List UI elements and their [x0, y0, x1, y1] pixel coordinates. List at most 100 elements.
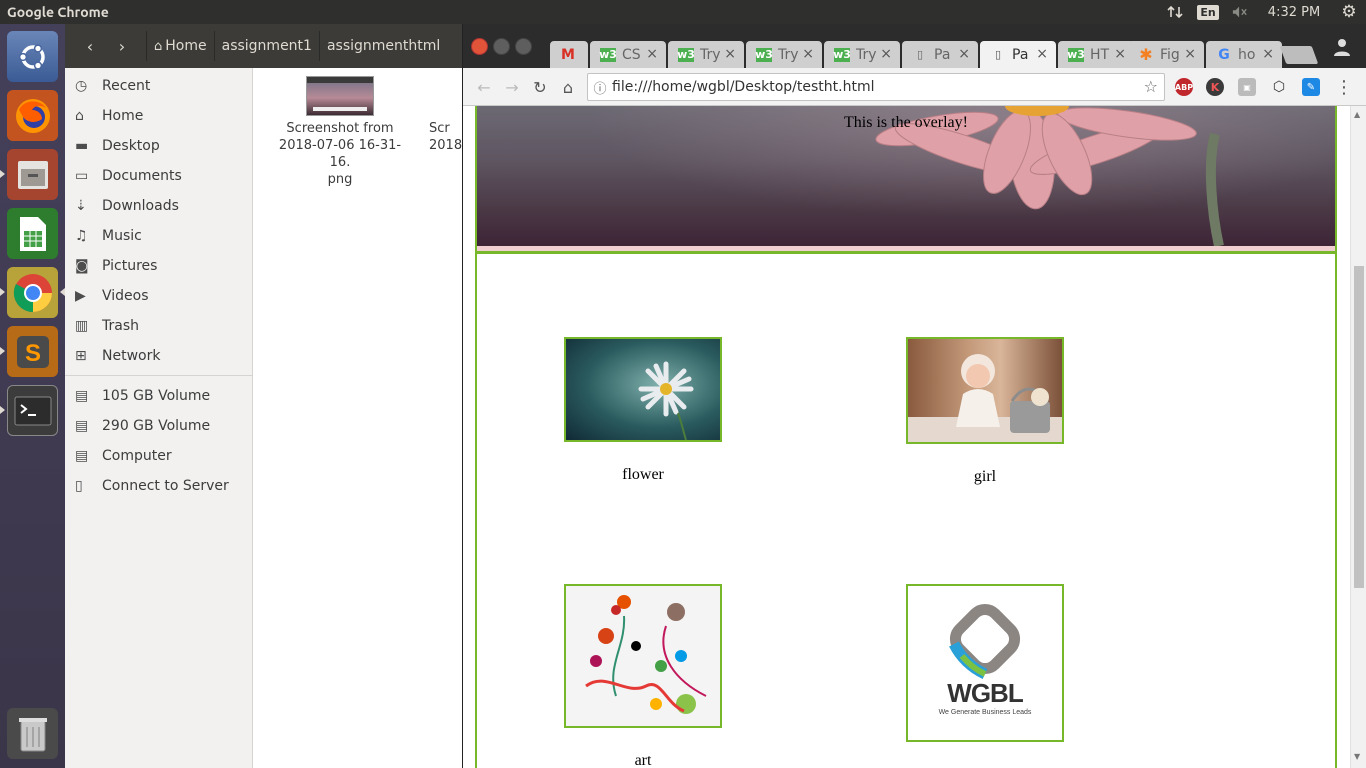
close-tab-icon[interactable]: ×: [958, 46, 970, 62]
bookmark-star-icon[interactable]: ☆: [1144, 77, 1158, 96]
scroll-up-icon[interactable]: ▲: [1354, 110, 1360, 119]
tab-page-1[interactable]: ▯ Pa ×: [902, 41, 978, 68]
trash-icon[interactable]: [7, 708, 58, 759]
close-tab-icon[interactable]: ×: [1184, 46, 1196, 62]
firefox-icon[interactable]: [7, 90, 58, 141]
minimize-window-icon[interactable]: [493, 38, 510, 55]
chrome-window: M w3 CS × w3 Try × w3 Try × w3 Try × ▯ P…: [462, 24, 1366, 768]
tab-gmail[interactable]: M: [550, 41, 588, 68]
tab-w3-try-2[interactable]: w3 Try ×: [746, 41, 822, 68]
ubuntu-dash-icon[interactable]: [7, 31, 58, 82]
close-tab-icon[interactable]: ×: [724, 46, 736, 62]
svg-text:S: S: [24, 340, 40, 367]
close-tab-icon[interactable]: ×: [880, 46, 892, 62]
clock[interactable]: 4:32 PM: [1256, 0, 1332, 24]
sidebar-item-videos[interactable]: ▶ Videos: [65, 281, 252, 311]
file-name-line: Screenshot from: [286, 121, 394, 136]
drive-icon: ▤: [75, 418, 89, 434]
forward-button[interactable]: ›: [106, 31, 138, 61]
sidebar-item-downloads[interactable]: ⇣ Downloads: [65, 191, 252, 221]
sidebar-item-home[interactable]: ⌂ Home: [65, 101, 252, 131]
scrollbar-thumb[interactable]: [1354, 266, 1364, 588]
sublime-text-icon[interactable]: S: [7, 326, 58, 377]
tab-w3-css[interactable]: w3 CS ×: [590, 41, 666, 68]
keyboard-language-indicator[interactable]: En: [1192, 0, 1224, 24]
file-manager-window: ‹ › ⌂ Home assignment1 assignmenthtml ◷ R…: [65, 24, 462, 768]
server-icon: ▯: [75, 478, 83, 494]
chrome-icon[interactable]: [7, 267, 58, 318]
asterisk-icon: ✱: [1139, 45, 1153, 64]
terminal-icon[interactable]: [7, 385, 58, 436]
maximize-window-icon[interactable]: [515, 38, 532, 55]
new-tab-button[interactable]: [1279, 46, 1319, 64]
trash-icon: ▥: [75, 318, 89, 334]
flower-image[interactable]: [564, 337, 722, 442]
breadcrumb-assignment1[interactable]: assignment1: [213, 31, 319, 61]
sidebar-item-network[interactable]: ⊞ Network: [65, 341, 252, 371]
art-caption: art: [634, 752, 652, 768]
breadcrumb-home[interactable]: ⌂ Home: [146, 31, 214, 61]
close-tab-icon[interactable]: ×: [1262, 46, 1274, 62]
girl-caption: girl: [973, 468, 997, 485]
sidebar-item-documents[interactable]: ▭ Documents: [65, 161, 252, 191]
close-tab-icon[interactable]: ×: [802, 46, 814, 62]
settings-gear-icon[interactable]: ⚙: [1332, 0, 1366, 24]
w3schools-icon: w3: [833, 47, 851, 62]
info-icon[interactable]: ⓘ: [588, 78, 612, 97]
close-tab-icon[interactable]: ×: [646, 46, 658, 62]
places-sidebar: ◷ Recent ⌂ Home ▬ Desktop ▭ Documents ⇣ Downl…: [65, 68, 253, 768]
cube-icon[interactable]: ⬡: [1270, 78, 1288, 96]
tab-w3-try-3[interactable]: w3 Try ×: [824, 41, 900, 68]
close-window-icon[interactable]: [471, 38, 488, 55]
close-tab-icon[interactable]: ×: [1114, 46, 1126, 62]
sidebar-item-label: Videos: [102, 288, 149, 304]
forward-arrow-icon[interactable]: →: [501, 76, 523, 98]
address-bar[interactable]: ⓘ file:///home/wgbl/Desktop/testht.html …: [587, 73, 1165, 101]
folder-icon: ▬: [75, 138, 89, 154]
sidebar-item-volume-105[interactable]: ▤ 105 GB Volume: [65, 381, 252, 411]
volume-muted-icon[interactable]: [1224, 0, 1256, 24]
tab-fig[interactable]: ✱ Fig ×: [1128, 41, 1204, 68]
scroll-down-icon[interactable]: ▼: [1354, 752, 1360, 761]
clock-icon: ◷: [75, 78, 88, 94]
home-icon[interactable]: ⌂: [557, 76, 579, 98]
sidebar-item-volume-290[interactable]: ▤ 290 GB Volume: [65, 411, 252, 441]
files-icon[interactable]: [7, 149, 58, 200]
sidebar-item-desktop[interactable]: ▬ Desktop: [65, 131, 252, 161]
sidebar-item-music[interactable]: ♫ Music: [65, 221, 252, 251]
page-scrollbar[interactable]: ▲ ▼: [1350, 106, 1366, 768]
sidebar-item-pictures[interactable]: ◙ Pictures: [65, 251, 252, 281]
back-button[interactable]: ‹: [74, 31, 106, 61]
tab-page-active[interactable]: ▯ Pa ×: [980, 41, 1056, 68]
file-item[interactable]: Screenshot from 2018-07-06 16-31-16. png: [270, 76, 410, 188]
sidebar-item-connect-server[interactable]: ▯ Connect to Server: [65, 471, 252, 501]
tab-w3-try-1[interactable]: w3 Try ×: [668, 41, 744, 68]
profile-icon[interactable]: [1329, 38, 1355, 62]
menu-dots-icon[interactable]: ⋮: [1333, 76, 1355, 98]
reload-icon[interactable]: ↻: [529, 76, 551, 98]
language-label: En: [1197, 4, 1219, 20]
note-icon[interactable]: ✎: [1302, 78, 1320, 96]
close-tab-icon[interactable]: ×: [1036, 46, 1048, 62]
tab-google[interactable]: G ho ×: [1206, 41, 1282, 68]
sidebar-item-recent[interactable]: ◷ Recent: [65, 71, 252, 101]
tab-w3-html[interactable]: w3 HT ×: [1058, 41, 1134, 68]
girl-image[interactable]: [906, 337, 1064, 444]
overlay-text: This is the overlay!: [844, 114, 968, 131]
sidebar-item-label: Recent: [102, 78, 151, 94]
ext-icon[interactable]: ▣: [1238, 78, 1256, 96]
file-item[interactable]: Scr 2018: [393, 76, 462, 154]
hero-image: This is the overlay!: [477, 106, 1335, 246]
sidebar-item-trash[interactable]: ▥ Trash: [65, 311, 252, 341]
art-image[interactable]: [564, 584, 722, 728]
back-arrow-icon[interactable]: ←: [473, 76, 495, 98]
k-icon[interactable]: K: [1206, 78, 1224, 96]
page-icon: ▯: [916, 48, 924, 61]
wgbl-logo-image[interactable]: WGBL We Generate Business Leads: [906, 584, 1064, 742]
calc-spreadsheet-icon[interactable]: [7, 208, 58, 259]
file-name-line: 2018-07-06 16-31-16.: [278, 138, 402, 170]
sidebar-item-computer[interactable]: ▤ Computer: [65, 441, 252, 471]
network-transfer-icon[interactable]: [1158, 0, 1192, 24]
abp-icon[interactable]: ABP: [1175, 78, 1193, 96]
breadcrumb-assignmenthtml[interactable]: assignmenthtml: [318, 31, 447, 61]
